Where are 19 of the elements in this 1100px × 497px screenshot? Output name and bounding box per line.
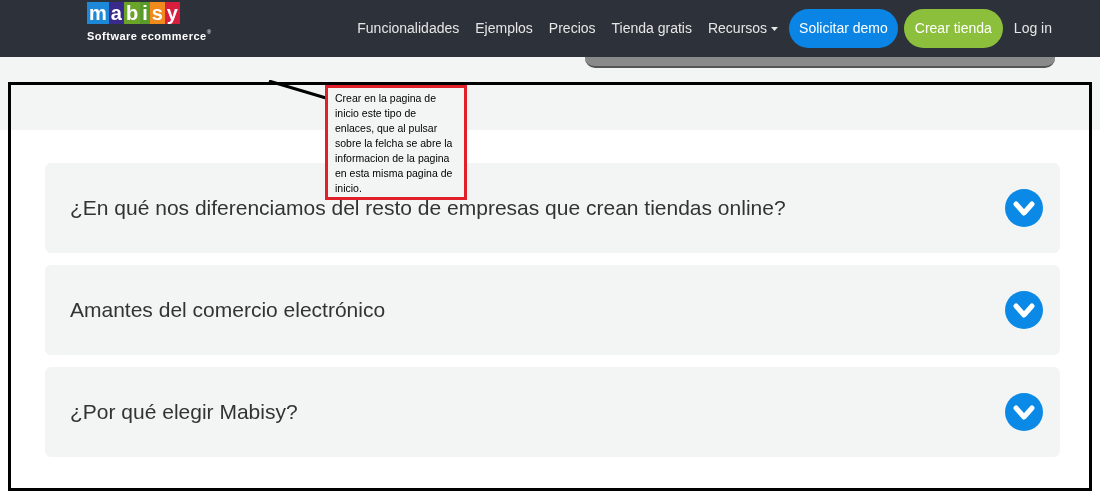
nav-link[interactable]: Precios [540,9,604,48]
nav-button[interactable]: Solicitar demo [789,9,898,48]
nav-link[interactable]: Log in [1005,9,1060,48]
chevron-icon[interactable] [1005,189,1043,227]
annotation-note: Crear en la pagina de inicio este tipo de enlaces, que al pulsar sobre la felcha se abre la informacion de la pagina en esta misma pagina de inicio. [325,85,467,200]
logo-tagline: Software ecommerce [87,29,207,44]
nav-link[interactable]: Tienda gratis [603,9,700,48]
logo[interactable]: m a b i s y [87,2,180,24]
nav-link[interactable]: Ejemplos [467,9,541,48]
nav-link[interactable]: Funcionalidades [349,9,468,48]
chevron-icon[interactable] [1005,393,1043,431]
faq-question: ¿Por qué elegir Mabisy? [70,399,298,426]
faq-item[interactable]: Amantes del comercio electrónico [45,265,1060,355]
faq-item[interactable]: ¿Por qué elegir Mabisy? [45,367,1060,457]
caret-icon [771,26,779,31]
faq-question: Amantes del comercio electrónico [70,297,386,324]
leader-line [268,80,328,100]
chevron-icon[interactable] [1005,291,1043,329]
nav-dropdown[interactable]: Recursos [699,9,787,48]
